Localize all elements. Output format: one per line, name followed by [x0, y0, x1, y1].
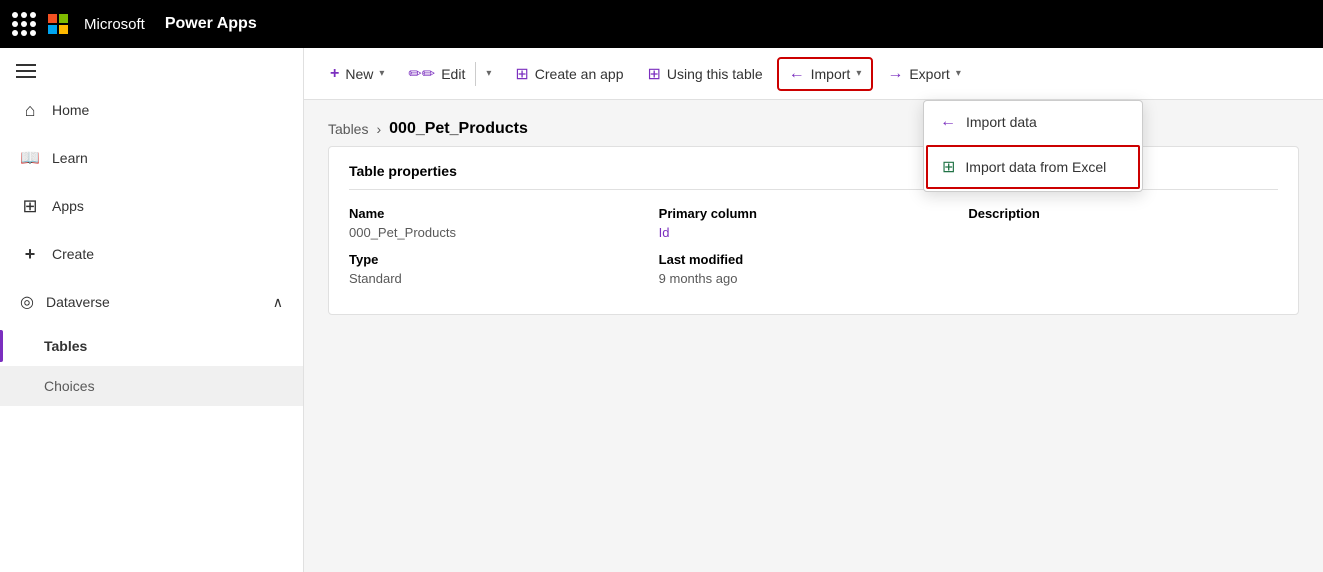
import-label: Import: [811, 66, 851, 82]
new-chevron-icon: ▾: [379, 68, 384, 79]
sidebar-item-choices[interactable]: Choices: [0, 366, 303, 406]
sidebar-item-tables[interactable]: Tables: [0, 326, 303, 366]
primary-column-label: Primary column: [659, 206, 949, 221]
sidebar-item-learn[interactable]: Learn: [0, 134, 303, 182]
dropdown-import-data[interactable]: ← Import data: [924, 101, 1142, 143]
export-chevron-icon: ▾: [956, 68, 961, 79]
create-app-button[interactable]: ⊞ Create an app: [505, 58, 633, 90]
import-data-icon: ←: [940, 113, 956, 131]
tables-label: Tables: [44, 338, 87, 354]
dropdown-import-excel[interactable]: ⊞ Import data from Excel: [926, 145, 1140, 189]
dataverse-icon: [20, 292, 34, 312]
edit-icon: ✏: [408, 64, 435, 84]
primary-column-value: Id: [659, 225, 949, 240]
sidebar-item-create[interactable]: Create: [0, 230, 303, 278]
excel-icon: ⊞: [942, 157, 955, 177]
create-app-label: Create an app: [535, 66, 624, 82]
import-chevron-icon: ▾: [856, 68, 861, 79]
type-value: Standard: [349, 271, 639, 286]
plus-icon: +: [330, 65, 339, 83]
learn-icon: [20, 148, 40, 168]
import-dropdown: ← Import data ⊞ Import data from Excel: [923, 100, 1143, 192]
name-value: 000_Pet_Products: [349, 225, 639, 240]
sidebar-item-home[interactable]: Home: [0, 86, 303, 134]
using-table-button[interactable]: ⊞ Using this table: [638, 58, 773, 90]
name-label: Name: [349, 206, 639, 221]
create-icon: [20, 244, 40, 264]
export-icon: →: [887, 65, 903, 83]
sidebar-item-dataverse[interactable]: Dataverse ∧: [0, 278, 303, 326]
export-button[interactable]: → Export ▾: [877, 59, 971, 89]
sidebar-label-create: Create: [52, 246, 94, 262]
breadcrumb-current: 000_Pet_Products: [389, 120, 528, 138]
last-modified-value: 9 months ago: [659, 271, 949, 286]
top-bar: Microsoft Power Apps: [0, 0, 1323, 48]
waffle-menu[interactable]: [12, 12, 36, 36]
content-area: + New ▾ ✏ Edit ▾ ⊞ Create an app ⊞ Using…: [304, 48, 1323, 572]
main-layout: Home Learn Apps Create Dataverse ∧ Table…: [0, 48, 1323, 572]
app-name: Power Apps: [165, 15, 257, 33]
import-button[interactable]: ← Import ▾: [777, 57, 874, 91]
breadcrumb-parent[interactable]: Tables: [328, 121, 368, 137]
sidebar-label-learn: Learn: [52, 150, 88, 166]
sidebar-nav: Home Learn Apps Create Dataverse ∧ Table…: [0, 86, 303, 572]
sidebar-label-apps: Apps: [52, 198, 84, 214]
import-data-label: Import data: [966, 114, 1037, 130]
sidebar-label-home: Home: [52, 102, 89, 118]
edit-button[interactable]: ✏ Edit ▾: [398, 56, 501, 92]
apps-icon: [20, 196, 40, 216]
import-excel-label: Import data from Excel: [965, 159, 1106, 175]
description-label: Description: [968, 206, 1258, 221]
export-label: Export: [909, 66, 949, 82]
brand-name: Microsoft: [84, 16, 145, 33]
hamburger-menu[interactable]: [0, 48, 52, 86]
choices-label: Choices: [44, 378, 95, 394]
description-column: Description: [968, 206, 1278, 298]
sidebar: Home Learn Apps Create Dataverse ∧ Table…: [0, 48, 304, 572]
edit-label: Edit: [441, 66, 465, 82]
last-modified-label: Last modified: [659, 252, 949, 267]
create-app-icon: ⊞: [515, 64, 528, 84]
using-table-icon: ⊞: [648, 64, 661, 84]
table-props-grid: Name 000_Pet_Products Type Standard Prim…: [349, 206, 1278, 298]
new-button[interactable]: + New ▾: [320, 59, 394, 89]
home-icon: [20, 100, 40, 120]
breadcrumb-arrow-icon: ›: [376, 121, 381, 137]
chevron-up-icon: ∧: [273, 294, 283, 311]
using-table-label: Using this table: [667, 66, 763, 82]
microsoft-logo: [48, 14, 68, 34]
sidebar-item-apps[interactable]: Apps: [0, 182, 303, 230]
edit-divider: [475, 62, 476, 86]
primary-column: Primary column Id Last modified 9 months…: [659, 206, 969, 298]
type-label: Type: [349, 252, 639, 267]
table-properties-card: Table properties Name 000_Pet_Products T…: [328, 146, 1299, 315]
sidebar-label-dataverse: Dataverse: [46, 294, 261, 310]
new-label: New: [345, 66, 373, 82]
toolbar: + New ▾ ✏ Edit ▾ ⊞ Create an app ⊞ Using…: [304, 48, 1323, 100]
name-column: Name 000_Pet_Products Type Standard: [349, 206, 659, 298]
edit-chevron-icon: ▾: [486, 68, 491, 79]
import-icon: ←: [789, 65, 805, 83]
breadcrumb: Tables › 000_Pet_Products: [304, 100, 1323, 146]
